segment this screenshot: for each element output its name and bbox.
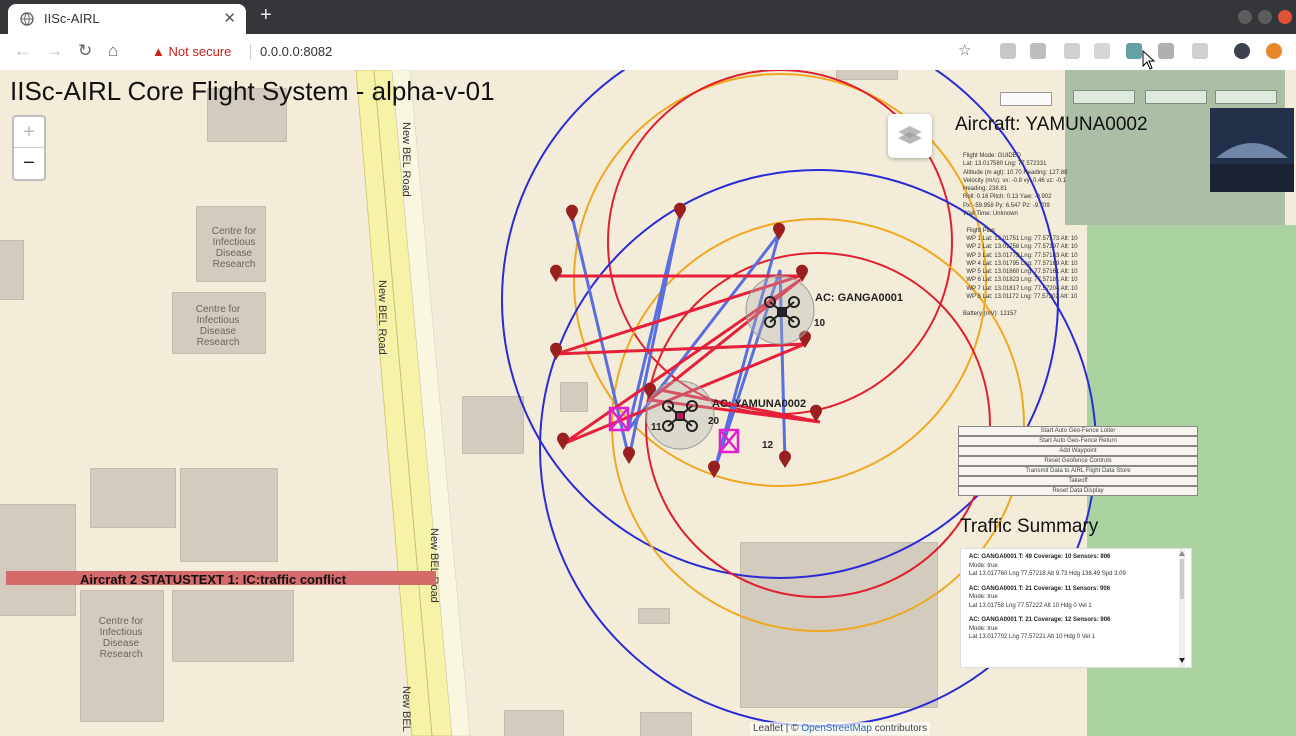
app-title: IISc-AIRL Core Flight System - alpha-v-0… <box>10 76 495 106</box>
address-bar[interactable]: ▲ Not secure 0.0.0.0:8082 <box>140 38 980 66</box>
command-button[interactable]: Reset Geofence Controls <box>958 456 1198 466</box>
waypoint-marker[interactable] <box>550 264 563 282</box>
command-button[interactable]: Start Auto Geo-Fence Loiter <box>958 426 1198 436</box>
overlay-window-button[interactable] <box>1073 90 1135 104</box>
update-badge-icon[interactable] <box>1266 43 1282 59</box>
command-button[interactable]: Transmit Data to AIRL Flight Data Store <box>958 466 1198 476</box>
road-label: New BEL Road <box>376 280 388 355</box>
map-view[interactable]: Centre for Infectious Disease Research C… <box>0 70 1296 736</box>
bookmark-star-icon[interactable]: ☆ <box>958 41 971 59</box>
profile-avatar[interactable] <box>1234 43 1250 59</box>
map-attribution: Leaflet | © OpenStreetMap contributors <box>750 722 930 735</box>
omnibox-divider <box>250 44 251 60</box>
traffic-entry: AC: GANGA0001 T: 21 Coverage: 12 Sensors… <box>961 612 1191 644</box>
security-label: Not secure <box>168 44 232 59</box>
traffic-entry-mode: Mode: true <box>969 594 998 600</box>
browser-toolbar: ← → ↻ ⌂ ▲ Not secure 0.0.0.0:8082 ☆ <box>0 34 1296 71</box>
alert-text: Aircraft 2 STATUSTEXT 1: IC:traffic conf… <box>80 572 347 587</box>
home-icon[interactable]: ⌂ <box>108 41 118 61</box>
aircraft-label: AC: GANGA0001 <box>815 292 904 304</box>
close-tab-icon[interactable]: ✕ <box>223 9 236 27</box>
aircraft-panel-header: Aircraft: YAMUNA0002 <box>955 114 1148 135</box>
extension-icon[interactable] <box>1030 43 1046 59</box>
aircraft-id-number: 10 <box>814 318 826 329</box>
waypoint-marker[interactable] <box>779 450 792 468</box>
traffic-entry-title: AC: GANGA0001 T: 21 Coverage: 12 Sensors… <box>969 617 1111 623</box>
waypoint-marker[interactable] <box>674 202 686 220</box>
traffic-entry-title: AC: GANGA0001 T: 49 Coverage: 10 Sensors… <box>969 554 1111 560</box>
traffic-summary-list[interactable]: AC: GANGA0001 T: 49 Coverage: 10 Sensors… <box>960 548 1192 668</box>
extension-icon[interactable] <box>1158 43 1174 59</box>
extension-icon[interactable] <box>1192 43 1208 59</box>
waypoint-number: 11 <box>651 422 662 433</box>
layers-button[interactable] <box>888 114 932 158</box>
forward-arrow-icon[interactable]: → <box>46 41 63 61</box>
traffic-entry: AC: GANGA0001 T: 21 Coverage: 11 Sensors… <box>961 581 1191 613</box>
traffic-summary-header: Traffic Summary <box>960 516 1099 537</box>
zoom-control: + − <box>12 115 46 181</box>
layers-icon <box>898 126 922 144</box>
browser-tab[interactable]: IISc-AIRL ✕ <box>8 4 246 34</box>
warning-icon: ▲ <box>152 44 165 59</box>
aircraft-telemetry: Flight Mode: GUIDED Lat: 13.017580 Lng: … <box>963 153 1078 317</box>
waypoint-marker[interactable] <box>623 446 635 464</box>
new-tab-button[interactable]: + <box>260 4 272 27</box>
extension-icon[interactable] <box>1000 43 1016 59</box>
waypoint-number: 12 <box>762 440 774 451</box>
traffic-entry-position: Lat 13.017760 Lng 77.57218 Alt 9.73 Hdg … <box>969 571 1126 577</box>
browser-tab-bar: IISc-AIRL ✕ + <box>0 0 1296 34</box>
attribution-suffix: contributors <box>871 723 927 734</box>
tab-title: IISc-AIRL <box>44 11 100 26</box>
panel-toggle-button[interactable] <box>1000 92 1052 106</box>
road <box>355 70 471 736</box>
traffic-entry-mode: Mode: true <box>969 562 998 569</box>
camera-feed <box>1210 108 1294 192</box>
waypoint-marker[interactable] <box>708 460 720 478</box>
mouse-cursor-icon <box>1142 50 1156 70</box>
camera-feed-image <box>1210 108 1294 192</box>
reload-icon[interactable]: ↻ <box>78 41 92 61</box>
maximize-window-button[interactable] <box>1258 10 1272 24</box>
attribution-link[interactable]: OpenStreetMap <box>801 723 872 734</box>
extension-icon[interactable] <box>1064 43 1080 59</box>
waypoint-marker[interactable] <box>566 204 578 222</box>
url-text: 0.0.0.0:8082 <box>260 44 333 59</box>
traffic-entry-position: Lat 13.017702 Lng 77.57221 Alt 10 Hdg 0 … <box>969 634 1096 640</box>
zoom-out-button[interactable]: − <box>14 148 44 178</box>
waypoint-marker[interactable] <box>795 264 808 282</box>
aircraft-label: AC: YAMUNA0002 <box>712 398 807 410</box>
close-window-button[interactable] <box>1278 10 1292 24</box>
command-button[interactable]: Takeoff <box>958 476 1198 486</box>
extension-icon[interactable] <box>1094 43 1110 59</box>
zoom-in-button[interactable]: + <box>14 117 44 148</box>
attribution-prefix: Leaflet | © <box>753 723 802 734</box>
extension-icon[interactable] <box>1126 43 1142 59</box>
overlay-window-button[interactable] <box>1145 90 1207 104</box>
traffic-entry: AC: GANGA0001 T: 49 Coverage: 10 Sensors… <box>961 549 1191 581</box>
road-label: New BEL Road <box>428 528 440 603</box>
globe-icon <box>20 12 34 26</box>
waypoint-marker[interactable] <box>550 342 563 360</box>
traffic-entry-mode: Mode: true <box>969 625 998 632</box>
command-button[interactable]: Reset Data Display <box>958 486 1198 496</box>
command-button[interactable]: Add Waypoint <box>958 446 1198 456</box>
security-indicator[interactable]: ▲ Not secure <box>152 44 231 59</box>
traffic-entry-title: AC: GANGA0001 T: 21 Coverage: 11 Sensors… <box>969 585 1111 592</box>
traffic-entry-position: Lat 13.01758 Lng 77.57222 Alt 10 Hdg 0 V… <box>969 602 1092 609</box>
overlay-window-button[interactable] <box>1215 90 1277 104</box>
scrollbar[interactable] <box>1177 549 1187 667</box>
road-label: New BEL Road <box>400 122 412 197</box>
road-label: New BEL <box>400 686 412 732</box>
minimize-window-button[interactable] <box>1238 10 1252 24</box>
waypoint-marker[interactable] <box>557 432 569 450</box>
aircraft-id-number: 20 <box>708 416 720 427</box>
command-button[interactable]: Start Auto Geo-Fence Return <box>958 436 1198 446</box>
back-arrow-icon[interactable]: ← <box>14 41 31 61</box>
